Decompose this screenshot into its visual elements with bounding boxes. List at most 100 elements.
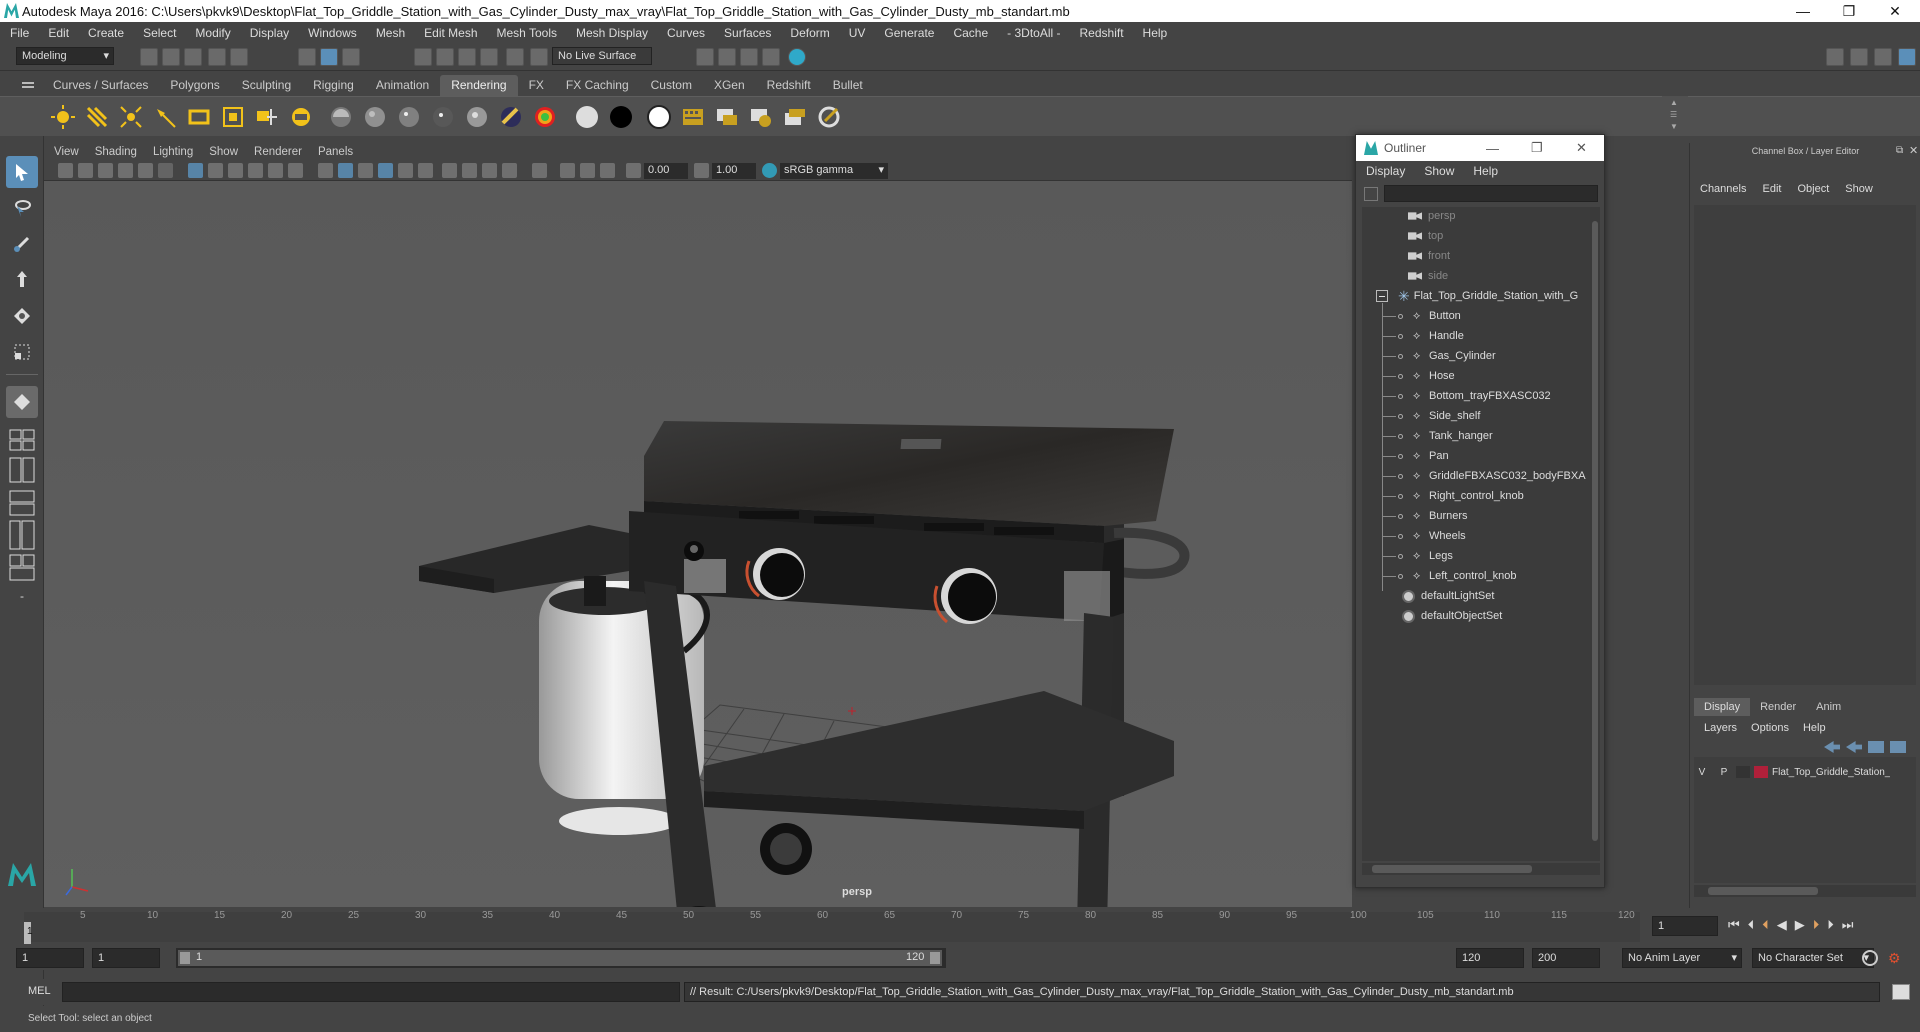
image-plane-icon[interactable] (118, 163, 133, 178)
xray-icon[interactable] (560, 163, 575, 178)
layer-type-toggle[interactable] (1736, 766, 1750, 778)
menu-help[interactable]: Help (1143, 26, 1168, 40)
layer-move-up-icon[interactable] (1824, 741, 1840, 753)
color-management-icon[interactable] (762, 163, 777, 178)
menu-mesh[interactable]: Mesh (376, 26, 405, 40)
menu-display[interactable]: Display (250, 26, 289, 40)
time-slider[interactable]: 1 5 10 15 20 25 30 35 40 45 50 55 60 65 … (0, 908, 1920, 946)
close-button[interactable]: ✕ (1872, 0, 1918, 22)
lights-icon[interactable] (418, 163, 433, 178)
xray-joints-icon[interactable] (580, 163, 595, 178)
point-light-icon[interactable] (116, 102, 146, 132)
color-space-dropdown[interactable]: sRGB gamma ▾ (780, 163, 888, 179)
script-editor-icon[interactable] (1892, 984, 1910, 1000)
tree-item-root[interactable]: ✳ Flat_Top_Griddle_Station_with_G (1376, 287, 1578, 305)
menu-redshift[interactable]: Redshift (1080, 26, 1124, 40)
close-button[interactable]: ✕ (1576, 140, 1587, 156)
directional-light-icon[interactable] (82, 102, 112, 132)
tree-item-camera[interactable]: top (1408, 227, 1443, 245)
snap-curve-icon[interactable] (436, 48, 454, 66)
tree-item-child[interactable]: ⟡ Side_shelf (1382, 407, 1480, 425)
camera-attributes-icon[interactable] (78, 163, 93, 178)
paint-select-icon[interactable] (6, 228, 38, 260)
play-forward-icon[interactable]: ▶ (1795, 917, 1805, 933)
layer-name[interactable]: Flat_Top_Griddle_Station_ (1772, 767, 1890, 778)
select-by-hierarchy-icon[interactable] (298, 48, 316, 66)
shader-aniso-icon[interactable] (462, 102, 492, 132)
motion-blur-icon[interactable] (482, 163, 497, 178)
animation-start-field[interactable]: 1 (16, 948, 84, 968)
vp-menu-panels[interactable]: Panels (318, 146, 353, 158)
cb-menu-show[interactable]: Show (1845, 183, 1873, 195)
new-scene-icon[interactable] (140, 48, 158, 66)
tab-display[interactable]: Display (1694, 698, 1751, 716)
lasso-tool-icon[interactable] (6, 192, 38, 224)
tab-bullet[interactable]: Bullet (822, 75, 874, 96)
anim-layer-dropdown[interactable]: No Anim Layer ▾ (1622, 948, 1742, 968)
vp-menu-lighting[interactable]: Lighting (153, 146, 193, 158)
open-scene-icon[interactable] (162, 48, 180, 66)
tree-item-child[interactable]: ⟡ Button (1382, 307, 1461, 325)
step-back-frame-icon[interactable]: ⏴ (1762, 917, 1769, 933)
shader-layered-icon[interactable] (496, 102, 526, 132)
cb-menu-channels[interactable]: Channels (1700, 183, 1746, 195)
shadows-icon[interactable] (442, 163, 457, 178)
shader-phong-icon[interactable] (394, 102, 424, 132)
new-layer-selected-icon[interactable] (1890, 741, 1906, 753)
menu-file[interactable]: File (10, 26, 29, 40)
magnet-icon[interactable] (530, 48, 548, 66)
shader-black-icon[interactable] (606, 102, 636, 132)
layout-graph-icon[interactable] (6, 554, 38, 582)
xray-components-icon[interactable] (600, 163, 615, 178)
hypershade-shelf-icon[interactable] (814, 102, 844, 132)
restore-button[interactable]: ❐ (1826, 0, 1872, 22)
tree-item-child[interactable]: ⟡ Tank_hanger (1382, 427, 1493, 445)
tab-rendering[interactable]: Rendering (440, 75, 518, 96)
scale-tool-icon[interactable] (6, 336, 38, 368)
light-link-icon[interactable] (252, 102, 282, 132)
wireframe-icon[interactable] (318, 163, 333, 178)
tree-item-child[interactable]: ⟡ Legs (1382, 547, 1453, 565)
playback-start-field[interactable]: 1 (92, 948, 160, 968)
layout-single-icon[interactable] (6, 428, 38, 452)
vp-menu-shading[interactable]: Shading (95, 146, 137, 158)
mel-input[interactable] (62, 982, 680, 1002)
menu-edit-mesh[interactable]: Edit Mesh (424, 26, 477, 40)
isolate-select-icon[interactable] (532, 163, 547, 178)
film-gate-icon[interactable] (208, 163, 223, 178)
character-set-dropdown[interactable]: No Character Set ▾ (1752, 948, 1874, 968)
area-light-icon[interactable] (184, 102, 214, 132)
ipr-icon[interactable] (712, 102, 742, 132)
tree-item-child[interactable]: ⟡ Hose (1382, 367, 1455, 385)
layout-four-icon[interactable] (6, 456, 38, 484)
batch-render-icon[interactable] (780, 102, 810, 132)
grease-pencil-icon[interactable] (158, 163, 173, 178)
tab-curves-surfaces[interactable]: Curves / Surfaces (42, 75, 159, 96)
layer-move-down-icon[interactable] (1846, 741, 1862, 753)
mode-dropdown[interactable]: Modeling ▾ (16, 47, 114, 65)
channel-box-toggle-icon[interactable] (1898, 48, 1916, 66)
menu-select[interactable]: Select (143, 26, 176, 40)
tab-custom[interactable]: Custom (640, 75, 703, 96)
move-tool-icon[interactable] (6, 264, 38, 296)
vp-menu-renderer[interactable]: Renderer (254, 146, 302, 158)
last-tool-icon[interactable] (6, 386, 38, 418)
shader-phonge-icon[interactable] (428, 102, 458, 132)
render-settings-shelf-icon[interactable] (746, 102, 776, 132)
gamma-icon[interactable] (694, 163, 709, 178)
gate-mask-icon[interactable] (248, 163, 263, 178)
render-icon[interactable] (678, 102, 708, 132)
tree-item-child[interactable]: ⟡ Gas_Cylinder (1382, 347, 1496, 365)
perspective-viewport[interactable]: persp (44, 181, 1352, 907)
layout-collapse-icon[interactable]: - (6, 586, 38, 606)
snap-point-icon[interactable] (458, 48, 476, 66)
range-slider-handle[interactable] (178, 950, 942, 966)
menu-mesh-display[interactable]: Mesh Display (576, 26, 648, 40)
exposure-icon[interactable] (626, 163, 641, 178)
outliner-search-input[interactable] (1384, 185, 1598, 202)
go-to-end-icon[interactable]: ⏭ (1842, 917, 1854, 933)
collapse-icon[interactable] (1376, 290, 1388, 302)
live-surface-field[interactable]: No Live Surface (552, 47, 652, 65)
tab-xgen[interactable]: XGen (703, 75, 756, 96)
camera-icon[interactable] (286, 102, 316, 132)
